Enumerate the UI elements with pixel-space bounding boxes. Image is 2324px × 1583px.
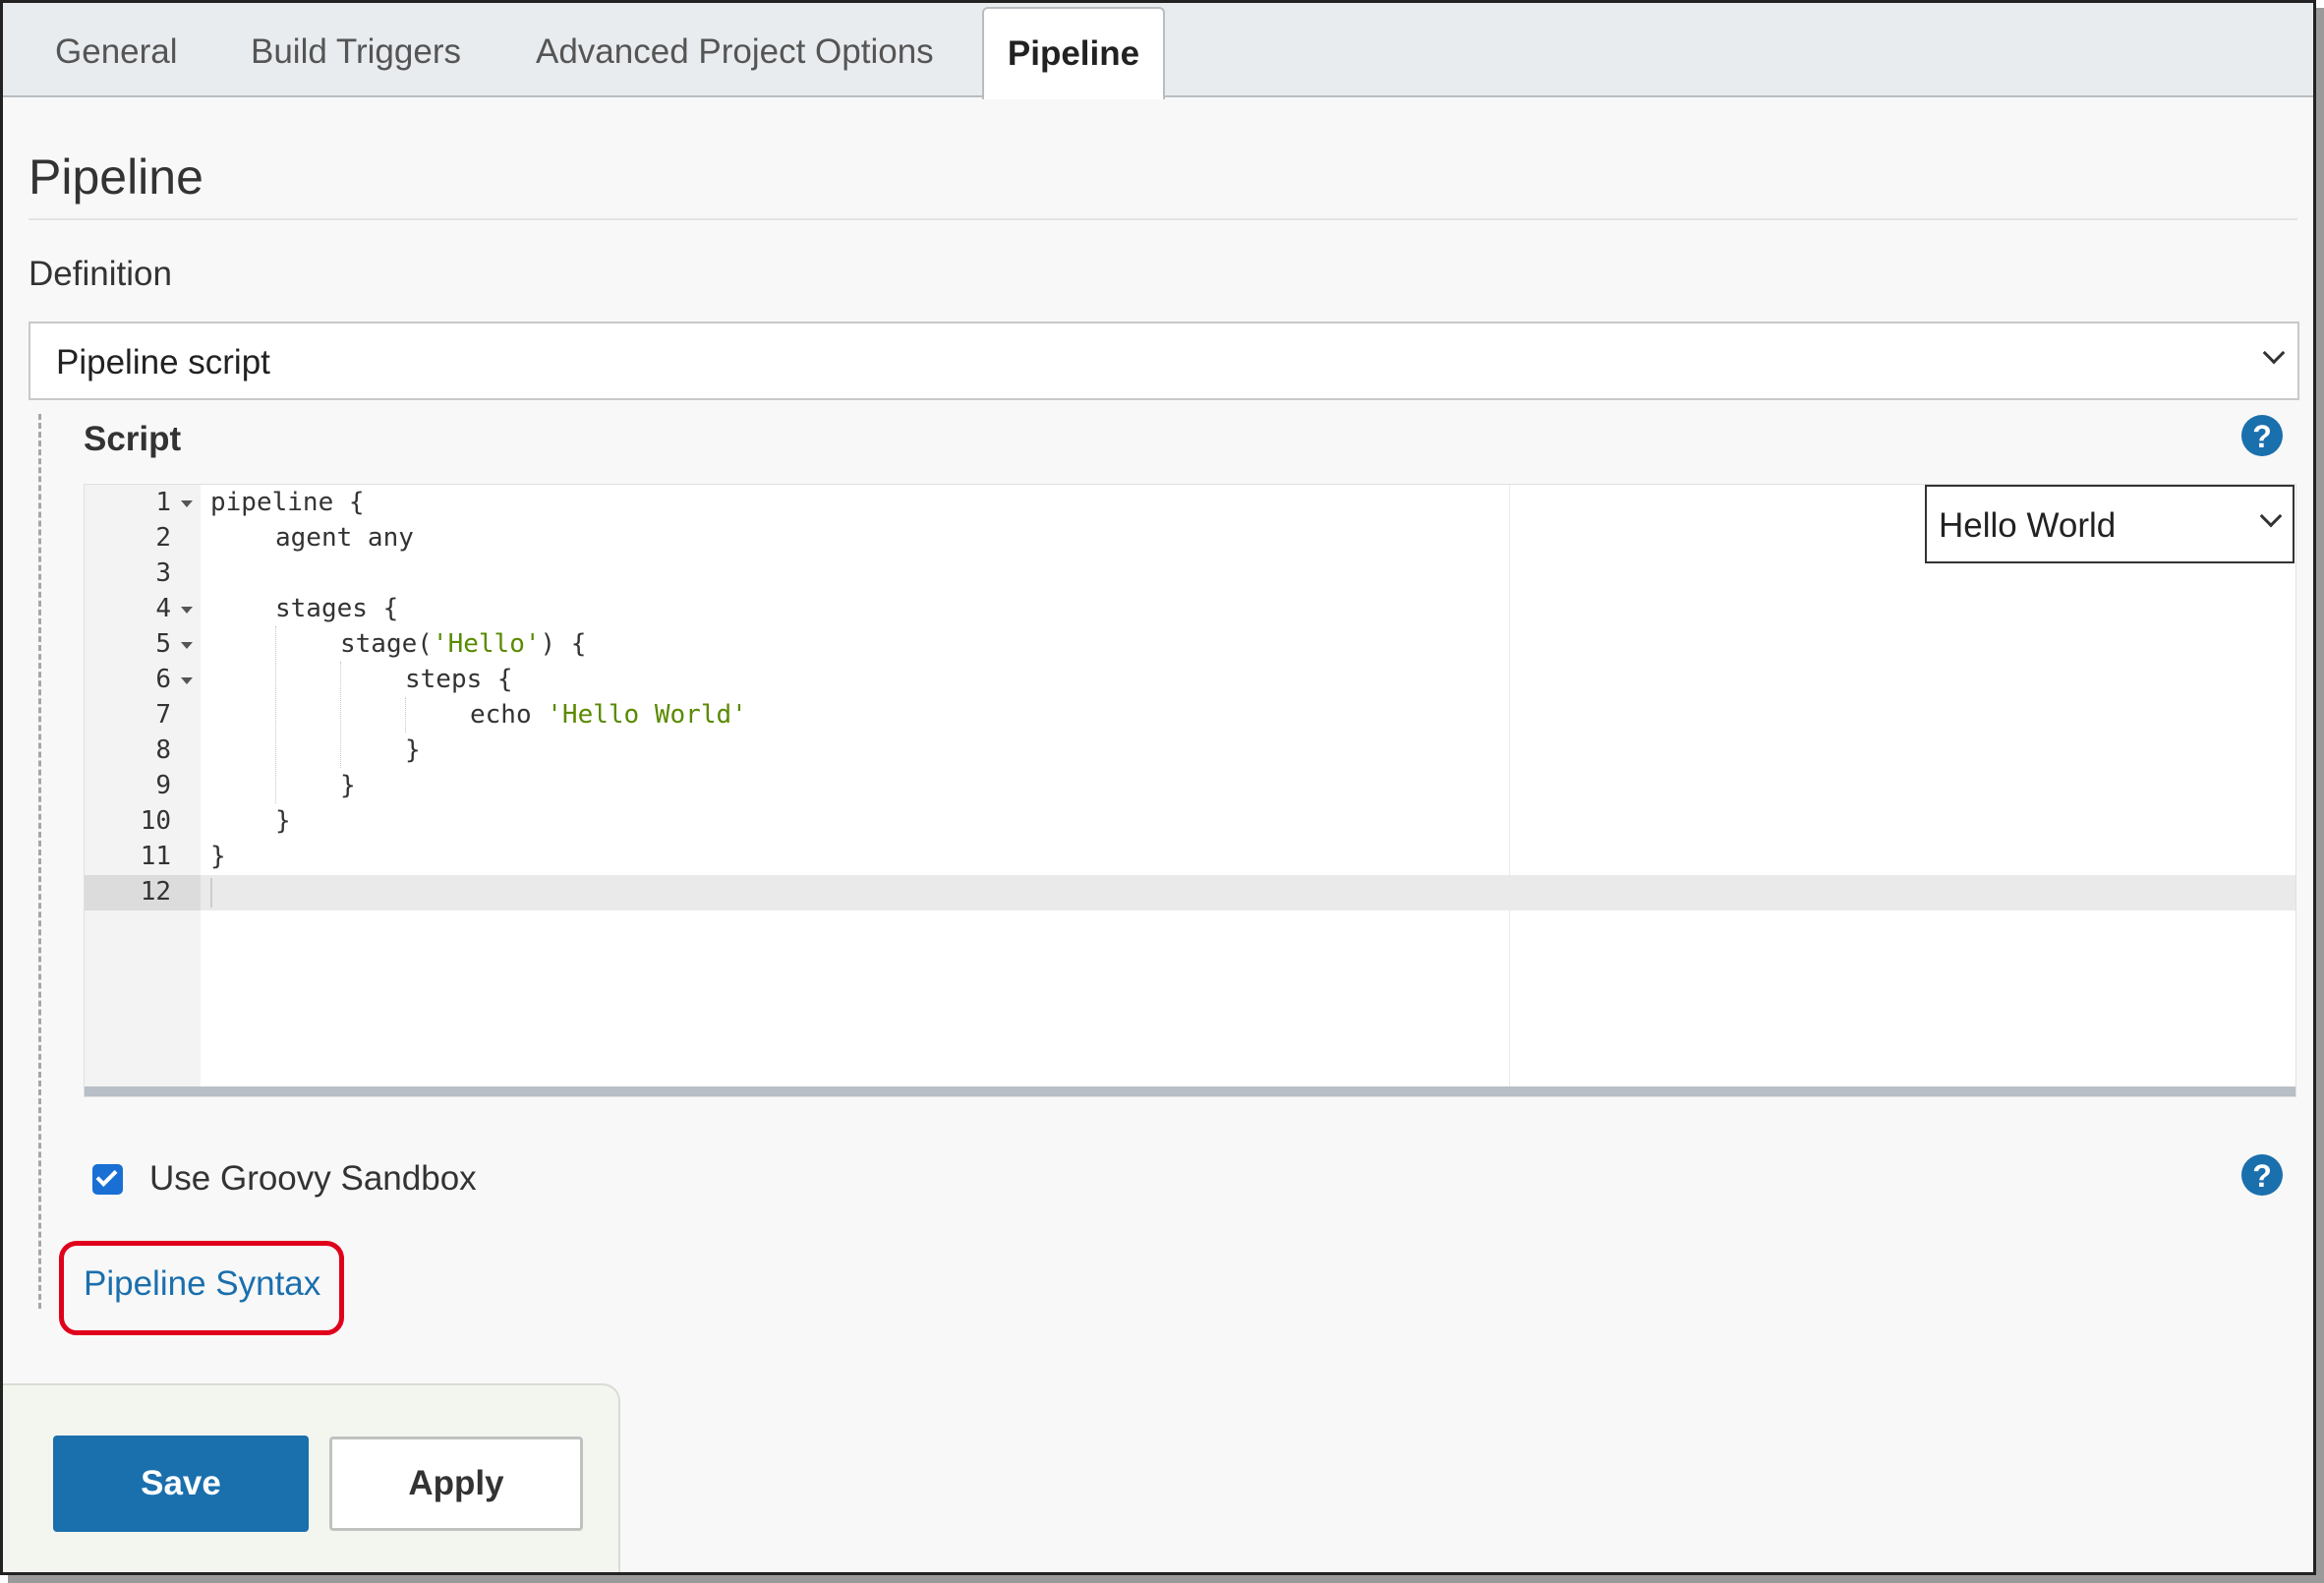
code-line: } — [405, 735, 421, 765]
fold-arrow-icon[interactable] — [181, 642, 193, 649]
line-number: 1 — [155, 488, 171, 517]
line-number: 10 — [140, 806, 171, 836]
code-line: echo 'Hello World' — [470, 700, 747, 730]
divider — [29, 218, 2297, 220]
code-line: steps { — [405, 665, 513, 694]
code-line: stages { — [275, 594, 399, 623]
groovy-sandbox-label[interactable]: Use Groovy Sandbox — [149, 1159, 477, 1199]
code-line: } — [340, 771, 356, 800]
code-string: 'Hello World' — [547, 700, 747, 730]
nested-section-rail — [38, 414, 41, 1309]
script-help-icon[interactable]: ? — [2241, 415, 2283, 456]
pipeline-syntax-link[interactable]: Pipeline Syntax — [84, 1264, 320, 1304]
active-line-highlight — [85, 875, 2295, 910]
sample-select-value: Hello World — [1939, 506, 2117, 545]
definition-label: Definition — [29, 255, 172, 293]
line-number: 11 — [140, 842, 171, 871]
line-number: 9 — [155, 771, 171, 800]
code-line: pipeline { — [210, 488, 365, 517]
fold-arrow-icon[interactable] — [181, 500, 193, 507]
fold-arrow-icon[interactable] — [181, 607, 193, 614]
definition-select[interactable]: Pipeline script — [29, 322, 2299, 400]
tab-bar: General Build Triggers Advanced Project … — [3, 3, 2313, 99]
line-number: 7 — [155, 700, 171, 730]
code-token: ) { — [540, 629, 587, 659]
fold-arrow-icon[interactable] — [181, 677, 193, 684]
sample-script-select[interactable]: Hello World — [1925, 485, 2295, 563]
print-margin — [1509, 485, 1510, 1086]
horizontal-scrollbar[interactable] — [85, 1086, 2295, 1096]
code-token: stage( — [340, 629, 433, 659]
line-number: 8 — [155, 735, 171, 765]
code-token: echo — [470, 700, 548, 730]
definition-selected-value: Pipeline script — [56, 343, 270, 381]
code-line: stage('Hello') { — [340, 629, 586, 659]
code-string: 'Hello' — [432, 629, 541, 659]
script-editor[interactable]: 1 2 3 4 5 6 7 8 9 10 11 12 pipeline { ag… — [84, 484, 2296, 1097]
indent-guide — [405, 697, 406, 733]
code-line: agent any — [275, 523, 414, 553]
page-title: Pipeline — [29, 149, 203, 205]
chevron-down-icon — [2262, 341, 2286, 365]
save-button[interactable]: Save — [53, 1436, 309, 1532]
line-number: 6 — [155, 665, 171, 694]
line-number: 4 — [155, 594, 171, 623]
tab-advanced-project-options[interactable]: Advanced Project Options — [536, 3, 934, 97]
apply-button[interactable]: Apply — [329, 1436, 583, 1531]
chevron-down-icon — [2259, 504, 2283, 528]
code-line: } — [275, 806, 291, 836]
text-cursor — [210, 878, 212, 908]
tab-general[interactable]: General — [55, 3, 178, 97]
checkmark-icon — [95, 1165, 118, 1187]
line-number: 5 — [155, 629, 171, 659]
line-number: 3 — [155, 558, 171, 588]
indent-guide — [275, 626, 276, 803]
config-window: General Build Triggers Advanced Project … — [0, 0, 2316, 1575]
groovy-sandbox-checkbox[interactable] — [92, 1164, 123, 1195]
tab-pipeline[interactable]: Pipeline — [982, 7, 1165, 99]
indent-guide — [340, 662, 341, 768]
sandbox-help-icon[interactable]: ? — [2241, 1154, 2283, 1196]
line-number: 2 — [155, 523, 171, 553]
tab-build-triggers[interactable]: Build Triggers — [251, 3, 461, 97]
code-line: } — [210, 842, 226, 871]
script-label: Script — [84, 420, 182, 458]
line-number: 12 — [140, 877, 171, 907]
